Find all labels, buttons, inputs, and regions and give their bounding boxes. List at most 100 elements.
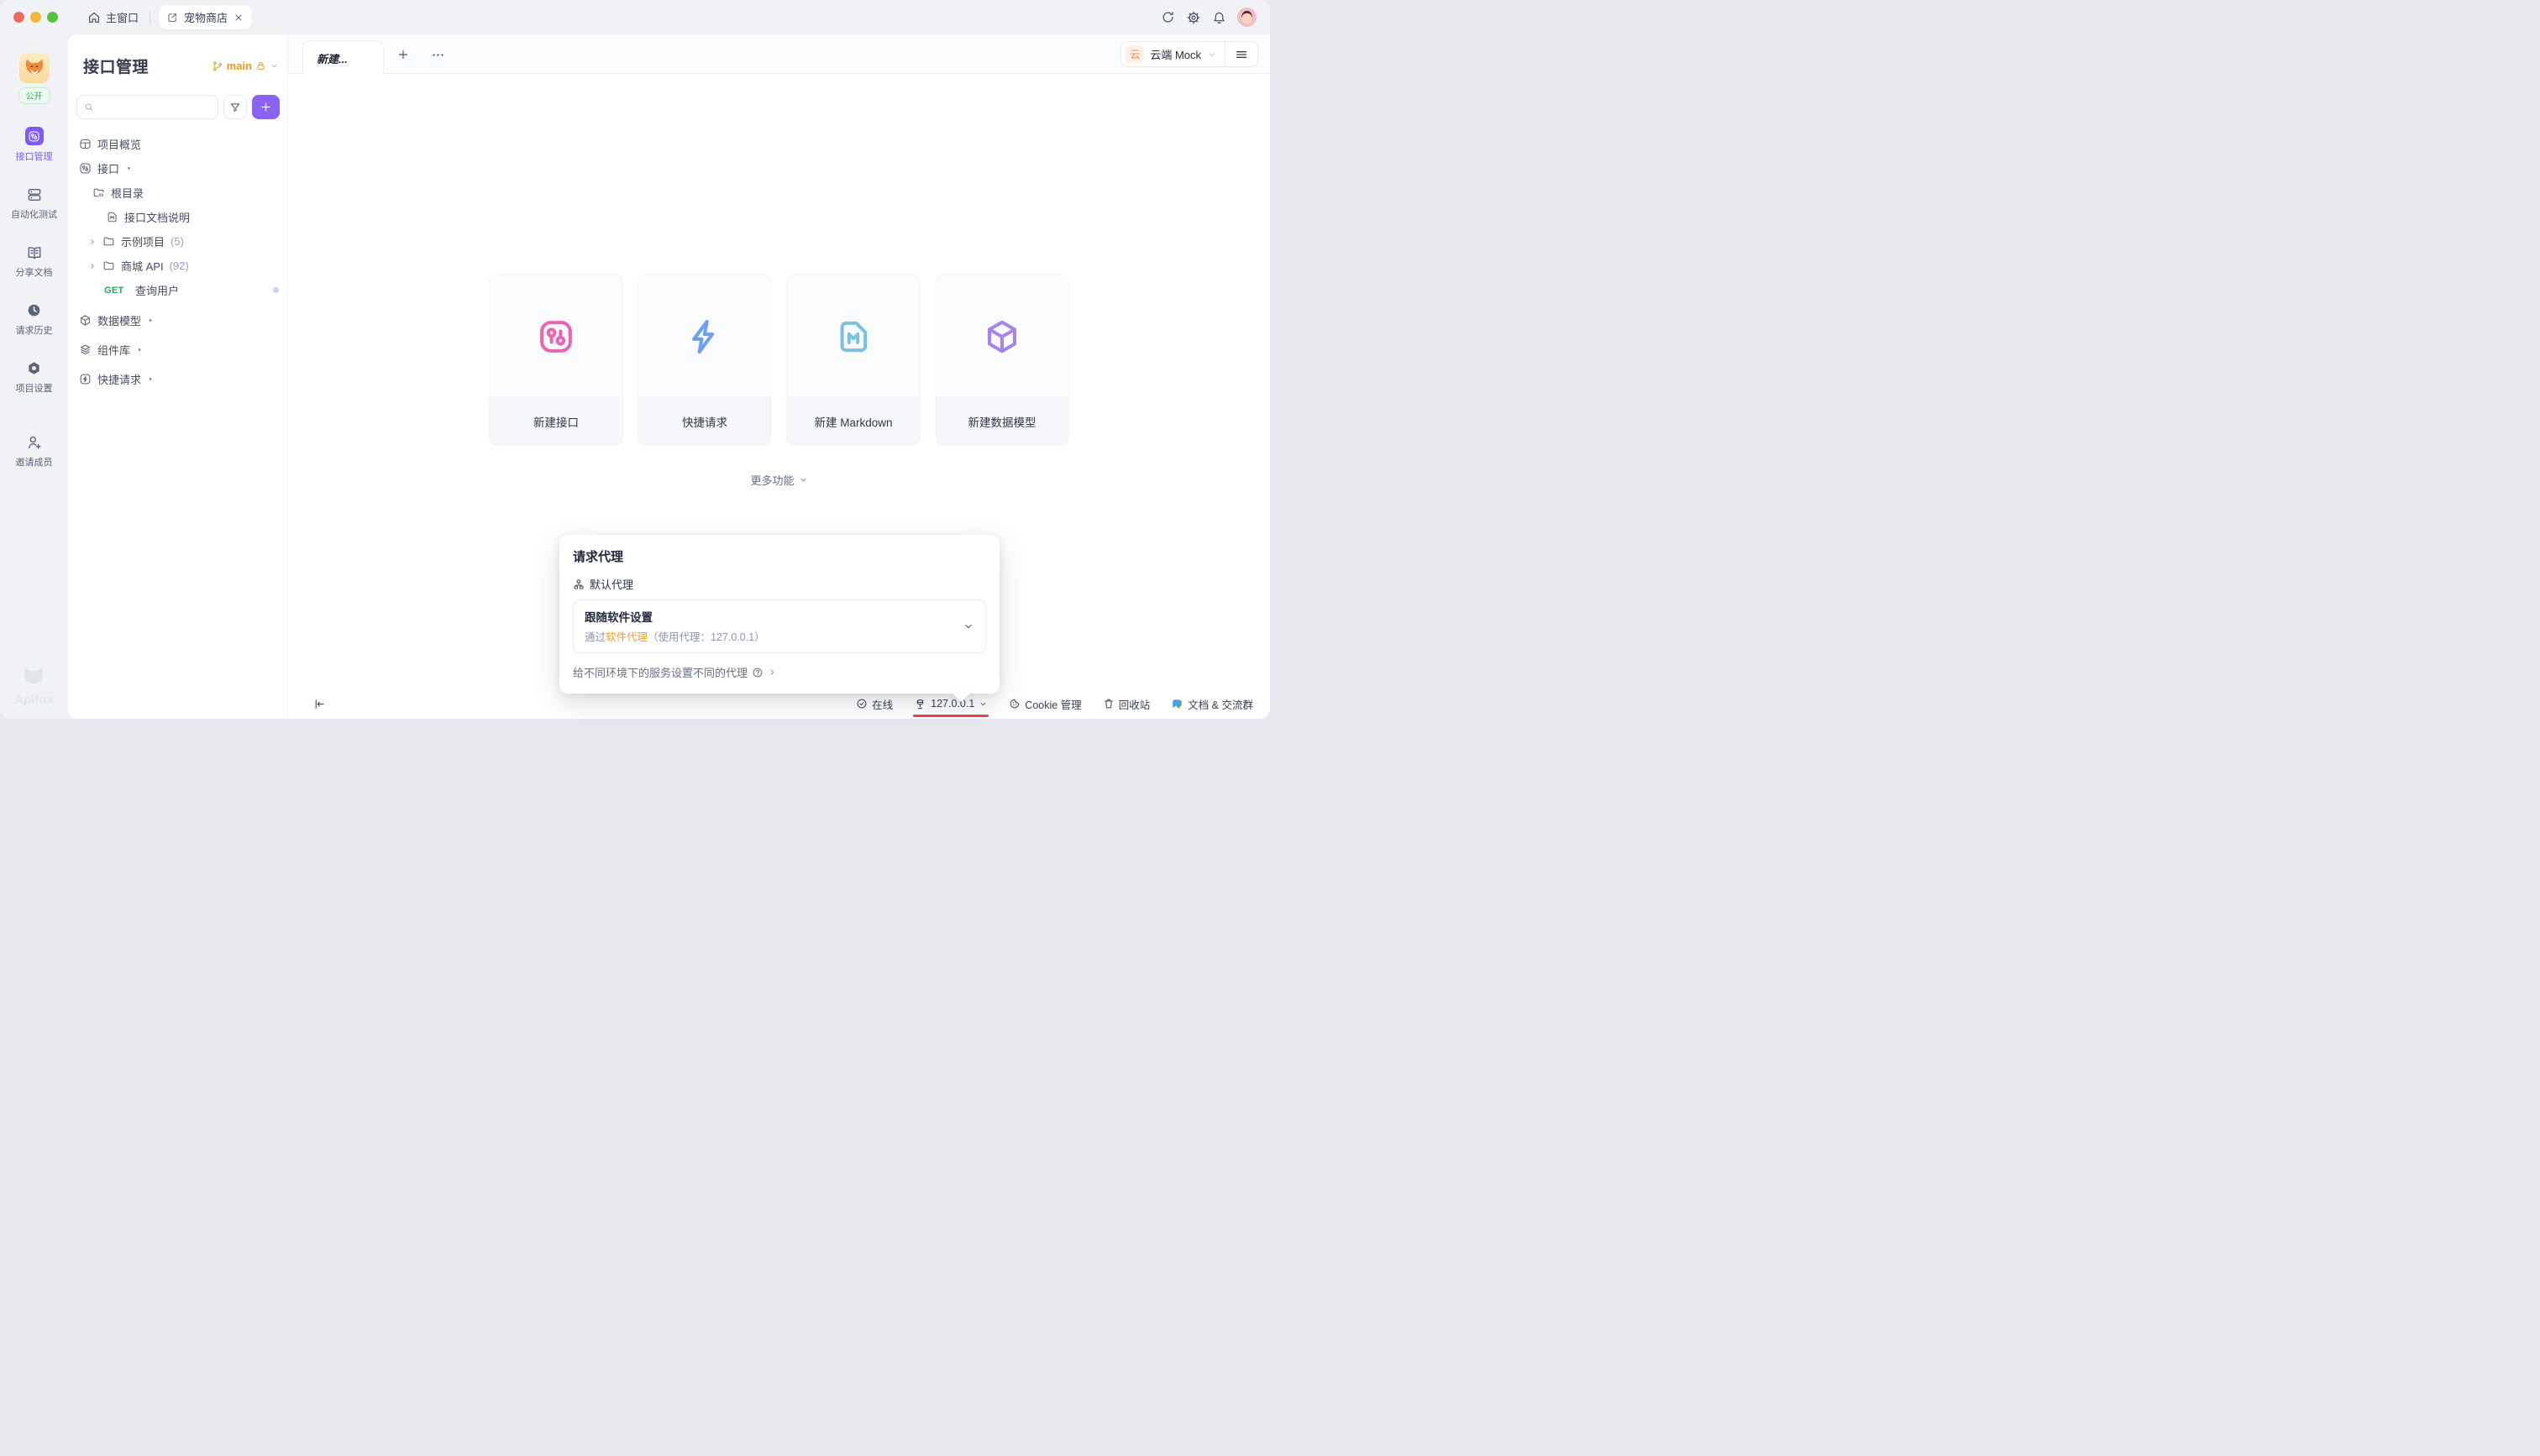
api-icon [28,130,40,143]
markdown-doc-icon [106,211,118,223]
tab-new[interactable]: 新建... [302,40,384,75]
mock-env-group: 云 云端 Mock [1120,41,1258,67]
project-avatar[interactable] [19,53,50,83]
api-tree-panel: 接口管理 main [68,34,288,719]
tree-item-apis[interactable]: 接口 [68,156,287,181]
hamburger-icon [1235,48,1248,61]
tree-item-root-folder[interactable]: 根目录 [68,181,287,205]
editor-tabstrip: 新建... 云 云端 Mock [288,34,1270,74]
caret-right-icon [147,375,155,383]
new-tab-button[interactable] [393,45,413,65]
chevron-down-icon [799,475,808,484]
gear-icon[interactable] [1186,10,1201,25]
rail-item-share-docs[interactable]: 分享文档 [16,244,53,279]
project-tab-label: 宠物商店 [184,9,228,25]
status-recycle-bin[interactable]: 回收站 [1103,696,1151,712]
card-quick-request[interactable]: 快捷请求 [638,275,772,446]
search-input[interactable] [98,102,211,113]
chevron-down-icon [1207,50,1217,60]
proxy-mode-select[interactable]: 跟随软件设置 通过软件代理（使用代理：127.0.0.1） [573,600,986,653]
chevron-right-icon [88,262,97,270]
cube-icon [983,317,1021,356]
tree-item-data-models[interactable]: 数据模型 [68,308,287,333]
check-circle-icon [856,698,868,710]
rail-item-invite-members[interactable]: 邀请成员 [16,433,53,469]
tab-more-button[interactable] [428,45,448,65]
proxy-server-icon [914,698,926,710]
close-tab-icon[interactable] [234,13,244,23]
home-tab-label: 主窗口 [106,9,139,25]
ellipsis-icon [431,48,445,62]
close-window-button[interactable] [13,12,24,23]
plus-icon [260,101,272,113]
book-icon [26,244,43,261]
apifox-brand: Apifox [14,664,54,707]
chevron-down-icon [963,621,974,632]
bolt-icon [685,317,724,356]
tree-item-project-overview[interactable]: 项目概览 [68,132,287,156]
api-tree: 项目概览 接口 根目录 接口文档说明 示例项 [68,132,287,391]
rail-item-automated-testing[interactable]: 自动化测试 [11,186,57,221]
card-new-data-model[interactable]: 新建数据模型 [935,275,1069,446]
minimize-window-button[interactable] [30,12,41,23]
status-proxy[interactable]: 127.0.0.1 [914,698,988,710]
branch-selector[interactable]: main [212,60,279,72]
bolt-square-icon [79,373,92,385]
collapse-sidebar-button[interactable] [313,698,326,710]
unsaved-dot [273,287,279,293]
chevron-down-icon [979,699,988,709]
request-proxy-popover: 请求代理 默认代理 跟随软件设置 通过软件代理（使用代理：127.0.0.1） … [559,535,1000,694]
caret-down-icon [125,165,133,172]
tree-item-component-library[interactable]: 组件库 [68,338,287,362]
card-new-api[interactable]: 新建接口 [489,275,623,446]
rail-item-api-management[interactable]: 接口管理 [16,127,53,163]
mock-env-selector[interactable]: 云 云端 Mock [1121,45,1225,64]
zoom-window-button[interactable] [47,12,58,23]
folder-icon [102,235,115,248]
sitemap-icon [573,579,585,590]
project-window-tab[interactable]: 宠物商店 [159,5,252,29]
tree-item-quick-request[interactable]: 快捷请求 [68,367,287,391]
more-features-link[interactable]: 更多功能 [288,472,1270,488]
add-button[interactable] [252,95,280,119]
refresh-icon[interactable] [1161,10,1175,24]
tree-item-api-doc-note[interactable]: 接口文档说明 [68,205,287,229]
env-proxy-link[interactable]: 给不同环境下的服务设置不同的代理 [573,664,986,680]
rail-item-project-settings[interactable]: 项目设置 [16,359,53,395]
software-proxy-link[interactable]: 软件代理 [606,631,648,643]
markdown-doc-icon [834,317,873,356]
bell-icon[interactable] [1212,10,1226,24]
overview-icon [79,138,92,150]
home-window-tab[interactable]: 主窗口 [87,9,139,25]
project-visibility-badge: 公开 [18,87,50,104]
tree-item-mall-api[interactable]: 商城 API (92) [68,254,287,278]
invite-member-icon [26,434,43,451]
status-cookie-manager[interactable]: Cookie 管理 [1009,696,1081,712]
rail-item-request-history[interactable]: 请求历史 [16,301,53,337]
git-branch-icon [212,60,223,72]
settings-nut-icon [26,360,42,376]
funnel-icon [229,102,241,113]
folder-icon [102,259,115,272]
layout-menu-button[interactable] [1225,41,1257,67]
servers-icon [26,186,43,203]
chat-bubbles-icon [1171,698,1183,710]
proxy-mode-description: 通过软件代理（使用代理：127.0.0.1） [585,628,963,644]
clock-icon [26,302,42,318]
cookie-icon [1009,698,1021,710]
method-badge-get: GET [104,285,129,296]
card-new-markdown[interactable]: 新建 Markdown [786,275,921,446]
status-docs-community[interactable]: 文档 & 交流群 [1171,696,1253,712]
status-online[interactable]: 在线 [856,696,893,712]
tree-item-sample-project[interactable]: 示例项目 (5) [68,229,287,254]
search-icon [84,102,94,113]
home-icon [87,11,101,24]
left-rail: 公开 接口管理 自动化测试 分享文档 请求历史 项目设置 邀请成员 Apifox [0,34,68,719]
filter-button[interactable] [223,95,247,119]
window-titlebar: 主窗口 宠物商店 [0,0,1270,34]
user-avatar[interactable] [1237,8,1257,27]
plus-icon [396,48,410,61]
chevron-right-icon [88,238,97,246]
tree-item-query-user[interactable]: GET 查询用户 [68,278,287,302]
apifox-logo-icon [20,664,47,691]
